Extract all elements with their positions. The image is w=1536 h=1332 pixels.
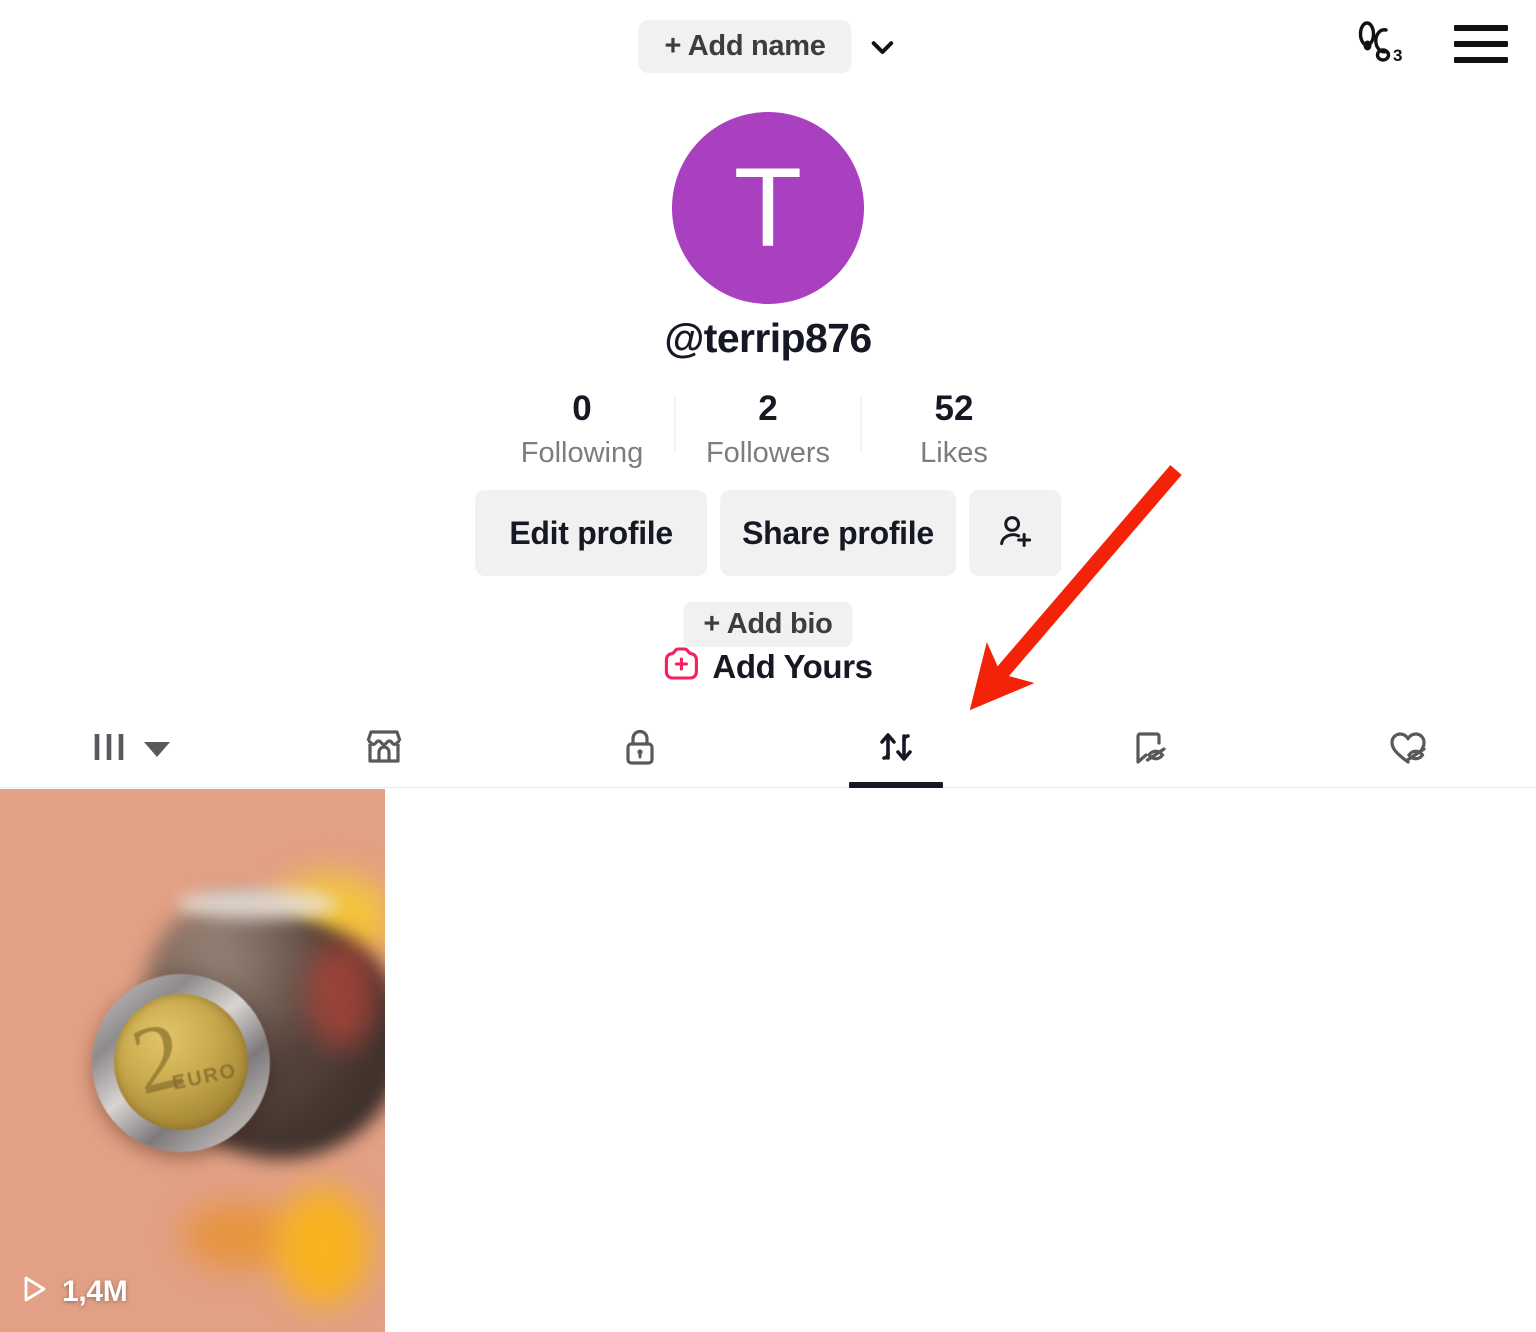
chevron-down-icon[interactable] xyxy=(144,741,170,757)
username: @terrip876 xyxy=(664,315,872,361)
tab-posts[interactable] xyxy=(0,710,256,788)
profile-views-count: 3 xyxy=(1393,46,1402,65)
stat-likes[interactable]: 52 Likes xyxy=(862,388,1047,474)
thumb-blob xyxy=(275,1188,371,1306)
grid-icon xyxy=(86,724,132,775)
stat-label: Following xyxy=(520,437,644,470)
add-yours-label: Add Yours xyxy=(712,647,873,685)
repost-arrows-icon xyxy=(871,722,921,777)
lock-icon xyxy=(617,723,663,776)
tab-liked[interactable] xyxy=(1280,710,1536,788)
add-yours-button[interactable]: Add Yours xyxy=(663,647,873,686)
profile-actions: Edit profile Share profile xyxy=(475,490,1061,576)
tab-reposts[interactable] xyxy=(768,710,1024,788)
share-profile-button[interactable]: Share profile xyxy=(720,490,956,576)
video-thumbnail[interactable]: 2 EURO 1,4M xyxy=(0,789,385,1332)
tab-saved[interactable] xyxy=(1024,710,1280,788)
views-count: 1,4M xyxy=(62,1274,128,1308)
tiktok-profile-screen: + Add name 3 T @terrip876 0 Following 2 … xyxy=(0,0,1536,1332)
avatar[interactable]: T xyxy=(672,112,864,304)
top-right-actions: 3 xyxy=(1352,18,1508,70)
tab-shop[interactable] xyxy=(256,710,512,788)
top-bar: + Add name 3 xyxy=(0,0,1536,88)
stat-following[interactable]: 0 Following xyxy=(490,388,675,474)
stat-value: 0 xyxy=(572,389,592,428)
heart-hidden-icon xyxy=(1382,723,1434,776)
add-yours-sticker-icon xyxy=(663,647,699,686)
coin-graphic: 2 EURO xyxy=(92,974,270,1152)
avatar-letter: T xyxy=(733,145,803,270)
add-name-group: + Add name xyxy=(638,20,897,73)
thumb-blob xyxy=(177,889,337,919)
coin-denomination: 2 xyxy=(121,999,195,1116)
edit-profile-button[interactable]: Edit profile xyxy=(475,490,708,576)
tab-private[interactable] xyxy=(512,710,768,788)
stats-row: 0 Following 2 Followers 52 Likes xyxy=(490,388,1047,474)
stat-followers[interactable]: 2 Followers xyxy=(676,388,861,474)
video-grid: 2 EURO 1,4M xyxy=(0,789,1536,1332)
footprints-icon[interactable]: 3 xyxy=(1352,18,1410,70)
stat-label: Likes xyxy=(920,437,988,470)
storefront-icon xyxy=(360,723,408,776)
stat-value: 52 xyxy=(934,389,974,428)
chevron-down-icon[interactable] xyxy=(868,32,898,62)
person-add-icon xyxy=(993,510,1037,557)
coin-center: 2 EURO xyxy=(114,994,248,1130)
stat-label: Followers xyxy=(705,437,831,470)
add-name-button[interactable]: + Add name xyxy=(638,20,852,73)
add-bio-button[interactable]: + Add bio xyxy=(683,602,853,647)
hamburger-menu-icon[interactable] xyxy=(1454,25,1508,63)
bookmark-hidden-icon xyxy=(1127,723,1177,776)
active-tab-underline xyxy=(849,782,943,788)
add-friends-button[interactable] xyxy=(968,490,1061,576)
stat-value: 2 xyxy=(758,389,778,428)
video-views: 1,4M xyxy=(18,1273,128,1310)
play-triangle-icon xyxy=(18,1273,50,1310)
profile-tab-bar xyxy=(0,710,1536,788)
thumb-blob xyxy=(307,939,377,1049)
